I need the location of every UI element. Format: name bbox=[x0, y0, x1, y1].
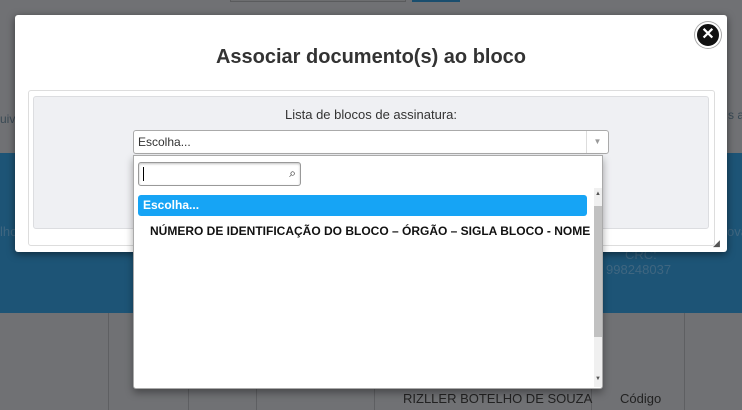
divider bbox=[684, 313, 685, 410]
resize-grip-icon[interactable]: ◢ bbox=[713, 238, 720, 249]
search-icon: ⌕ bbox=[289, 166, 296, 180]
close-icon[interactable]: ✕ bbox=[695, 22, 721, 48]
background-codigo: Código bbox=[620, 391, 662, 406]
crc-value: 998248037 bbox=[606, 262, 672, 277]
option-escolha[interactable]: Escolha... bbox=[138, 195, 587, 216]
background-text: ova bbox=[727, 224, 742, 239]
background-input bbox=[230, 0, 406, 2]
scrollbar-thumb[interactable] bbox=[594, 206, 602, 337]
modal-title: Associar documento(s) ao bloco bbox=[215, 46, 527, 68]
dropdown-search-input[interactable]: ⌕ bbox=[138, 162, 301, 186]
divider bbox=[108, 313, 109, 410]
scroll-down-icon[interactable]: ▼ bbox=[594, 376, 602, 382]
chevron-down-icon[interactable]: ▼ bbox=[586, 131, 608, 153]
background-button bbox=[412, 0, 460, 2]
scroll-up-icon[interactable]: ▲ bbox=[594, 191, 602, 197]
text-cursor bbox=[143, 167, 144, 181]
background-name: RIZLLER BOTELHO DE SOUZA bbox=[403, 391, 593, 406]
select-value: Escolha... bbox=[138, 135, 191, 149]
option-block[interactable]: NÚMERO DE IDENTIFICAÇÃO DO BLOCO – ÓRGÃO… bbox=[150, 224, 590, 238]
field-label: Lista de blocos de assinatura: bbox=[285, 107, 457, 122]
block-select[interactable]: Escolha... ▼ bbox=[133, 130, 609, 154]
select-dropdown bbox=[133, 155, 603, 389]
background-text: s a bbox=[728, 108, 742, 122]
